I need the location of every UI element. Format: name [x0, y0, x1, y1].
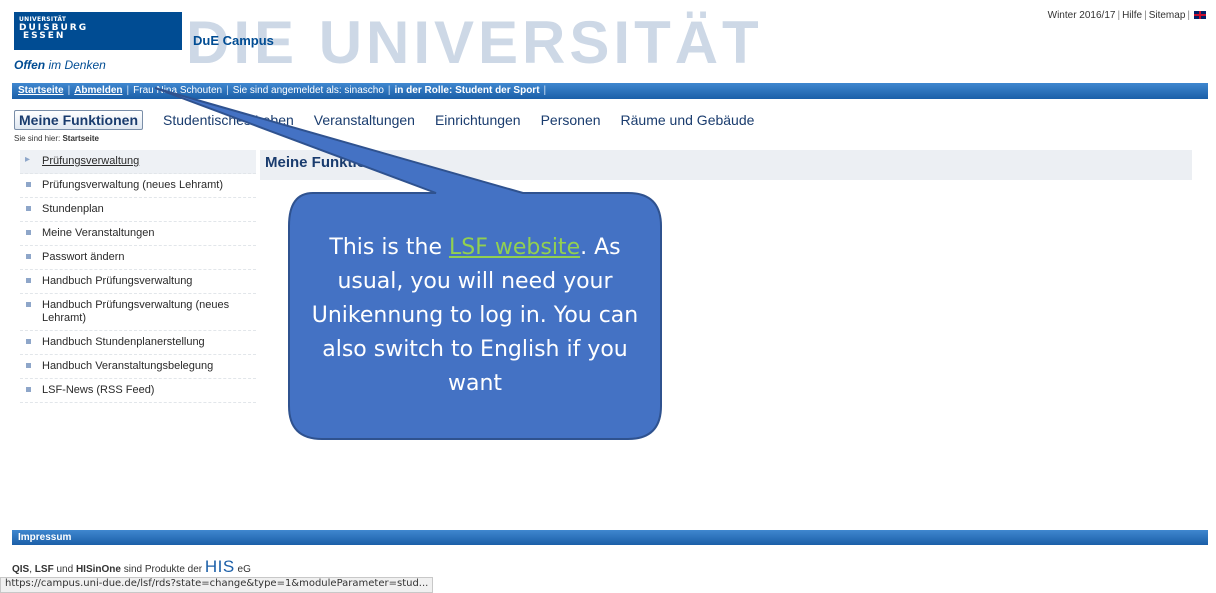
campus-title: DuE Campus: [193, 33, 274, 48]
his-credit: QIS, LSF und HISinOne sind Produkte der …: [12, 557, 251, 577]
products-text: sind Produkte der: [120, 564, 205, 575]
home-link[interactable]: Startseite: [18, 85, 64, 96]
tab-einrichtungen[interactable]: Einrichtungen: [435, 112, 521, 128]
breadcrumb-prefix: Sie sind hier:: [14, 134, 63, 143]
user-name: Frau Nina Schouten: [133, 85, 223, 96]
help-link[interactable]: Hilfe: [1122, 10, 1142, 21]
tagline-bold: Offen: [14, 58, 46, 72]
tab-personen[interactable]: Personen: [541, 112, 601, 128]
main-tabs: Meine Funktionen Studentisches Leben Ver…: [14, 109, 754, 131]
separator: |: [226, 85, 229, 96]
uk-flag-icon[interactable]: [1194, 11, 1206, 20]
separator: |: [1187, 10, 1190, 21]
qis-label: QIS: [12, 564, 30, 575]
breadcrumb-current[interactable]: Startseite: [62, 134, 98, 143]
separator: |: [387, 85, 391, 96]
top-links: Winter 2016/17 | Hilfe | Sitemap |: [1048, 10, 1206, 21]
lsf-website-link[interactable]: LSF website: [449, 235, 580, 260]
tab-raeume-gebaeude[interactable]: Räume und Gebäude: [621, 112, 755, 128]
sidebar-item-handbuch-pruefung-lehramt[interactable]: Handbuch Prüfungsverwaltung (neues Lehra…: [20, 294, 256, 331]
separator: |: [1144, 10, 1147, 21]
his-logo[interactable]: HIS: [205, 557, 235, 576]
tab-meine-funktionen[interactable]: Meine Funktionen: [14, 110, 143, 130]
tab-veranstaltungen[interactable]: Veranstaltungen: [314, 112, 415, 128]
sidebar-menu: Prüfungsverwaltung Prüfungsverwaltung (n…: [20, 150, 256, 403]
user-navbar: Startseite | Abmelden | Frau Nina Schouten | S…: [12, 83, 1208, 99]
logout-link[interactable]: Abmelden: [74, 85, 122, 96]
impressum-link[interactable]: Impressum: [18, 532, 71, 543]
sidebar-item-stundenplan[interactable]: Stundenplan: [20, 198, 256, 222]
main-heading: Meine Funktionen: [260, 150, 1192, 180]
sidebar-item-handbuch-pruefung[interactable]: Handbuch Prüfungsverwaltung: [20, 270, 256, 294]
callout-before: This is the: [329, 235, 449, 260]
tagline: Offen im Denken: [14, 58, 106, 72]
sidebar-item-meine-veranstaltungen[interactable]: Meine Veranstaltungen: [20, 222, 256, 246]
callout-body: This is the LSF website. As usual, you w…: [307, 231, 643, 401]
impressum-bar: Impressum: [12, 530, 1208, 545]
sidebar-item-pruefungsverwaltung-lehramt[interactable]: Prüfungsverwaltung (neues Lehramt): [20, 174, 256, 198]
logo-box: UNIVERSITÄT DUISBURG ESSEN: [14, 12, 182, 50]
separator: |: [126, 85, 130, 96]
sidebar-item-handbuch-belegung[interactable]: Handbuch Veranstaltungsbelegung: [20, 355, 256, 379]
tagline-rest: im Denken: [45, 58, 106, 72]
logo-line-1: UNIVERSITÄT: [19, 16, 67, 23]
semester-link[interactable]: Winter 2016/17: [1048, 10, 1116, 21]
university-logo[interactable]: UNIVERSITÄT DUISBURG ESSEN: [14, 12, 182, 64]
tab-studentisches-leben[interactable]: Studentisches Leben: [163, 112, 294, 128]
sidebar-item-pruefungsverwaltung[interactable]: Prüfungsverwaltung: [20, 150, 256, 174]
role-info: in der Rolle: Student der Sport: [394, 85, 540, 96]
lsf-label: LSF: [34, 564, 54, 575]
hisinone-label: HISinOne: [75, 564, 121, 575]
eg-text: eG: [234, 564, 251, 575]
und-text: und: [53, 564, 76, 575]
logo-line-3: ESSEN: [23, 31, 66, 41]
sitemap-link[interactable]: Sitemap: [1149, 10, 1186, 21]
separator: |: [543, 85, 547, 96]
sidebar-item-passwort[interactable]: Passwort ändern: [20, 246, 256, 270]
breadcrumb: Sie sind hier: Startseite: [14, 134, 99, 143]
login-info: Sie sind angemeldet als: sinascho: [232, 85, 384, 96]
sidebar-item-handbuch-stundenplan[interactable]: Handbuch Stundenplanerstellung: [20, 331, 256, 355]
sidebar-item-rss-feed[interactable]: LSF-News (RSS Feed): [20, 379, 256, 403]
separator: |: [67, 85, 71, 96]
callout-text: This is the LSF website. As usual, you w…: [289, 193, 661, 439]
